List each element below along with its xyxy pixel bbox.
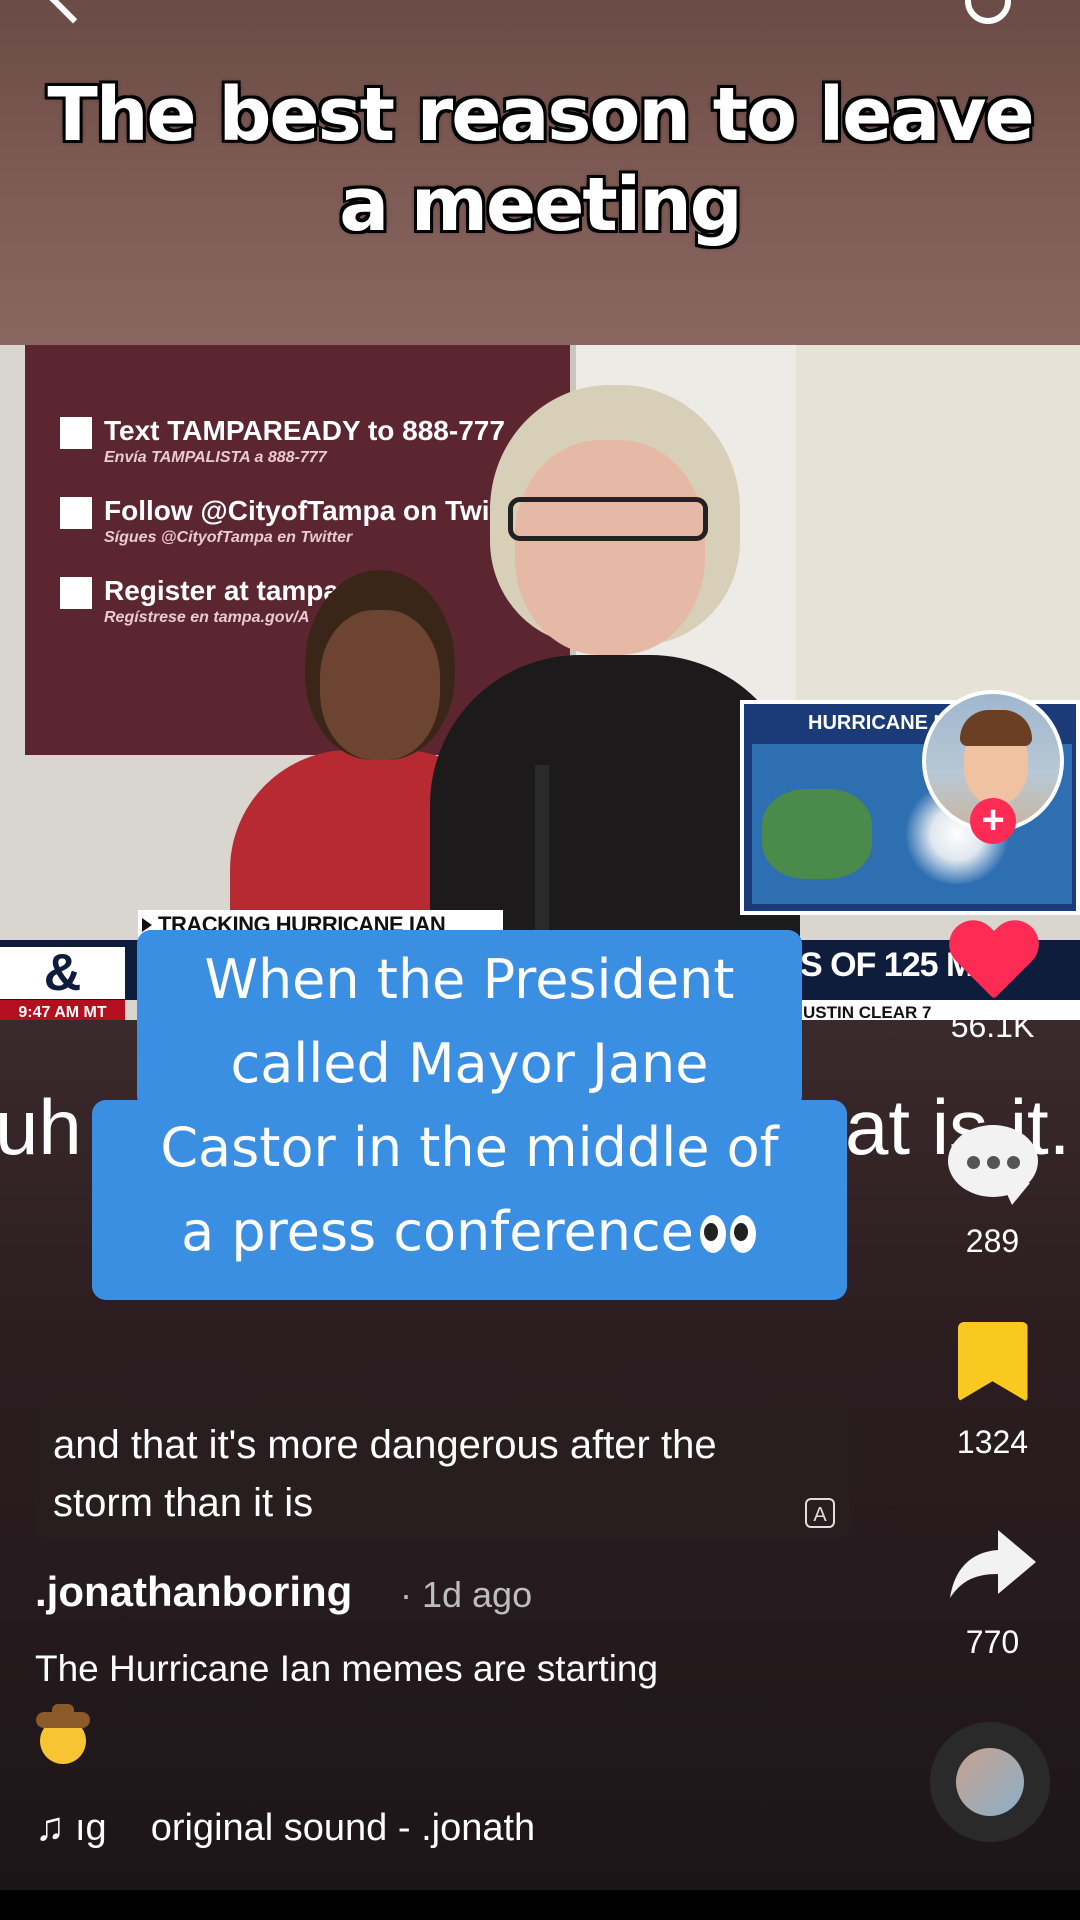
save-count: 1324	[956, 1424, 1029, 1460]
sound-disc[interactable]	[930, 1722, 1050, 1842]
save-button[interactable]: 1324	[930, 1322, 1055, 1461]
caption-sticker: When the President called Mayor Jane Cas…	[92, 930, 847, 1300]
caption-line-3: Castor in the middle of	[160, 1116, 779, 1179]
heart-icon	[947, 922, 1039, 1004]
translate-icon[interactable]: A	[805, 1498, 835, 1528]
like-button[interactable]: 56.1K	[930, 922, 1055, 1045]
comment-icon	[947, 1125, 1038, 1205]
comment-button[interactable]: 289	[930, 1125, 1055, 1260]
bookmark-icon	[957, 1322, 1028, 1402]
eyes-emoji-icon	[699, 1215, 758, 1255]
share-count: 770	[965, 1624, 1020, 1660]
creator-avatar[interactable]: +	[922, 690, 1064, 844]
music-note-icon: ♫	[35, 1805, 65, 1849]
sound-row[interactable]: ♫ ıg original sound - .jonath	[35, 1805, 535, 1850]
comment-count: 289	[965, 1223, 1020, 1259]
inset-title: HURRICANE I	[808, 712, 940, 734]
video-frame[interactable]: Text TAMPAREADY to 888-777 Envía TAMPALIS…	[0, 345, 1080, 1025]
caption-line-4: a press conference	[181, 1200, 694, 1263]
share-icon	[948, 1528, 1038, 1600]
post-description: The Hurricane Ian memes are starting	[35, 1648, 659, 1689]
creator-username[interactable]: .jonathanboring	[35, 1568, 352, 1616]
sound-name: original sound - .jonath	[150, 1807, 536, 1849]
caption-line-1: When the President	[204, 948, 735, 1011]
caption-line-2: called Mayor Jane	[230, 1032, 709, 1095]
transcript-text: and that it's more dangerous after the s…	[53, 1423, 717, 1525]
cowboy-emoji-icon	[36, 1704, 90, 1764]
transcript-box: and that it's more dangerous after the s…	[35, 1402, 850, 1538]
sound-scroll-prefix: ıg	[75, 1807, 107, 1849]
post-age: · 1d ago	[400, 1574, 533, 1615]
overlay-caption: The best reason to leave a meeting	[47, 72, 1034, 248]
follow-button[interactable]: +	[970, 798, 1016, 844]
video-subtitle-left: uh	[0, 1083, 82, 1171]
bottom-bar	[0, 1890, 1080, 1920]
share-button[interactable]: 770	[930, 1528, 1055, 1661]
like-count: 56.1K	[950, 1008, 1035, 1044]
